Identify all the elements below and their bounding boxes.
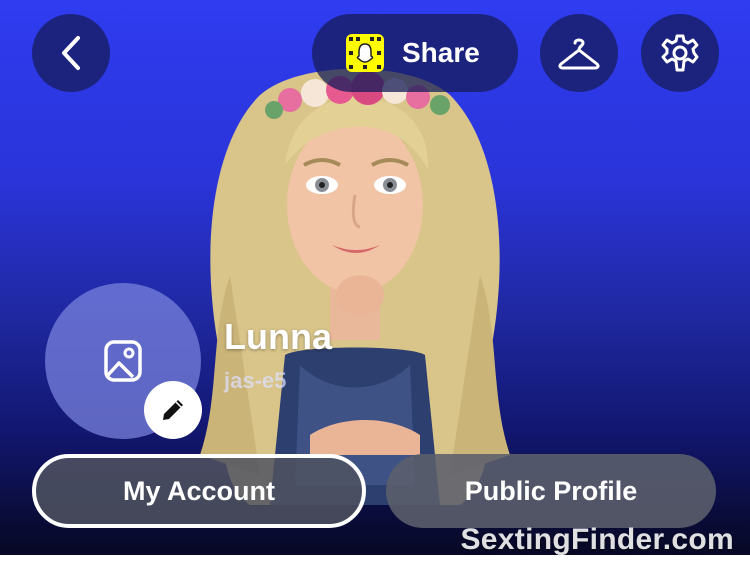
back-button[interactable] — [32, 14, 110, 92]
snapcode-icon — [346, 34, 384, 72]
my-account-label: My Account — [122, 475, 275, 506]
settings-button[interactable] — [641, 14, 719, 92]
public-profile-label: Public Profile — [464, 475, 638, 506]
watermark: SextingFinder.com — [460, 523, 734, 556]
public-profile-button[interactable]: Public Profile — [386, 454, 716, 528]
share-button[interactable]: Share — [312, 14, 518, 92]
pencil-icon — [163, 400, 183, 420]
bottom-strip — [0, 555, 750, 573]
hanger-icon — [558, 38, 600, 70]
gear-icon — [661, 34, 699, 72]
username: jas-e5 — [224, 368, 287, 393]
my-account-button[interactable]: My Account — [32, 454, 366, 528]
image-icon — [104, 340, 142, 382]
edit-photo-button[interactable] — [144, 381, 202, 439]
outfit-button[interactable] — [540, 14, 618, 92]
profile-screen: Share Lunna jas-e5 My Account Public Pro… — [0, 0, 750, 573]
display-name: Lunna — [224, 316, 332, 357]
share-label: Share — [402, 37, 480, 68]
chevron-left-icon — [62, 36, 80, 70]
